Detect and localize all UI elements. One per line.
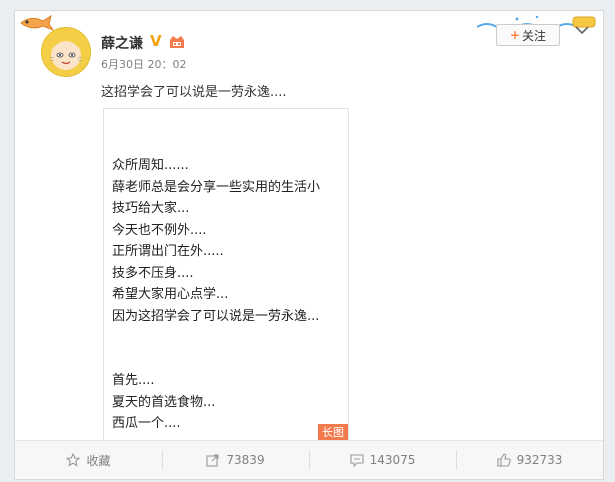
long-image-preview[interactable]: 众所周知...... 薛老师总是会分享一些实用的生活小 技巧给大家... 今天也… (103, 108, 349, 441)
author-name[interactable]: 薛之谦 (101, 33, 143, 53)
long-image-line: 技巧给大家... (112, 201, 190, 216)
plus-icon: + (509, 28, 521, 42)
author-avatar[interactable] (41, 27, 91, 77)
chevron-down-icon[interactable] (575, 25, 589, 35)
long-image-line: 希望大家用心点学... (112, 287, 229, 302)
star-icon (66, 453, 81, 467)
long-image-line (112, 327, 320, 349)
long-image-badge: 长图 (318, 424, 348, 440)
comment-icon (350, 454, 364, 467)
long-image-line: 今天也不例外.... (112, 222, 207, 238)
long-image-line: 薛老师总是会分享一些实用的生活小 (112, 179, 321, 195)
long-image-line: 众所周知...... (112, 158, 189, 173)
long-image-line (112, 349, 320, 371)
verified-icon: V (150, 32, 162, 50)
long-image-line: 夏天的首选食物... (112, 394, 216, 410)
like-count: 932733 (516, 453, 563, 467)
favorite-button[interactable]: 收藏 (15, 441, 162, 479)
weibo-post-card: 薛之谦 V 6月30日 20：02 这招学会了可以说是一劳永逸.... + 关注… (14, 10, 604, 480)
long-image-line: 技多不压身.... (112, 265, 194, 281)
follow-label: 关注 (522, 28, 547, 43)
avatar-face-icon (49, 36, 83, 70)
like-button[interactable]: 932733 (456, 441, 603, 479)
post-time[interactable]: 6月30日 20：02 (101, 56, 187, 72)
long-image-line: 西瓜一个.... (112, 416, 181, 431)
comment-count: 143075 (369, 453, 416, 467)
repost-icon (206, 454, 219, 467)
long-image-line: 因为这招学会了可以说是一劳永逸... (112, 308, 320, 324)
long-image-text: 众所周知...... 薛老师总是会分享一些实用的生活小 技巧给大家... 今天也… (112, 155, 320, 435)
favorite-label: 收藏 (86, 453, 111, 468)
follow-button[interactable]: + 关注 (496, 24, 560, 46)
fish-decoration-icon (20, 14, 55, 32)
repost-count: 73839 (226, 453, 265, 467)
vip-member-icon (170, 36, 184, 48)
comment-button[interactable]: 143075 (309, 441, 456, 479)
repost-button[interactable]: 73839 (162, 441, 309, 479)
long-image-line: 正所谓出门在外..... (112, 244, 224, 259)
post-text: 这招学会了可以说是一劳永逸.... (101, 85, 287, 100)
thumbs-up-icon (497, 453, 511, 467)
action-bar: 收藏 73839 143075 932733 (15, 440, 603, 479)
long-image-line: 首先.... (112, 373, 155, 388)
